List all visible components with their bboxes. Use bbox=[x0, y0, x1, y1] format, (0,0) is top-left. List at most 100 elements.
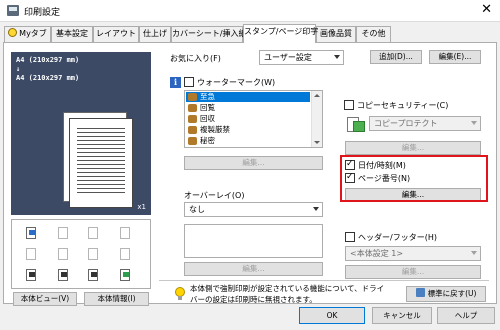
watermark-edit-button[interactable]: 編集... bbox=[184, 156, 323, 170]
list-item[interactable]: 複製厳禁 bbox=[186, 125, 310, 135]
security-icon bbox=[118, 268, 132, 282]
scroll-up-icon[interactable] bbox=[314, 94, 320, 97]
arrow-down-icon: ↓ bbox=[16, 65, 21, 73]
header-footer-label: ヘッダー/フッター(H) bbox=[358, 233, 437, 242]
copy-security-edit-button[interactable]: 編集... bbox=[345, 141, 481, 155]
device-view-button[interactable]: 本体ビュー(V) bbox=[13, 292, 77, 306]
chevron-down-icon bbox=[313, 207, 319, 211]
overlay-list[interactable] bbox=[184, 224, 323, 258]
chevron-down-icon bbox=[334, 55, 340, 59]
text-line bbox=[77, 192, 125, 193]
duplex-icon bbox=[56, 226, 70, 240]
fold-icon bbox=[118, 226, 132, 240]
document-preview bbox=[69, 118, 133, 208]
favorites-select[interactable]: ユーザー設定 bbox=[259, 50, 344, 65]
overlay-value: なし bbox=[189, 205, 205, 214]
tab-layout[interactable]: レイアウト bbox=[93, 26, 139, 42]
restore-icon bbox=[415, 288, 425, 297]
text-line bbox=[77, 168, 125, 169]
text-line bbox=[77, 160, 125, 161]
stamp-icon bbox=[188, 93, 197, 101]
favorites-add-button[interactable]: 追加(D)... bbox=[370, 50, 422, 64]
tray-icon bbox=[24, 226, 38, 240]
highlight-box bbox=[340, 155, 488, 202]
cancel-button[interactable]: キャンセル bbox=[372, 307, 432, 324]
text-line bbox=[77, 128, 125, 129]
copy-security-select[interactable]: コピープロテクト bbox=[369, 116, 481, 131]
text-line bbox=[77, 164, 125, 165]
page-preview: A4 (210x297 mm) ↓ A4 (210x297 mm) x1 bbox=[11, 52, 151, 215]
restore-defaults-button[interactable]: 標準に戻す(U) bbox=[406, 286, 486, 302]
watermark-list[interactable]: 至急 回覧 回収 複製厳禁 秘密 bbox=[184, 90, 323, 148]
close-icon[interactable]: ✕ bbox=[481, 3, 492, 17]
titlebar: 印刷設定 ✕ bbox=[0, 0, 500, 22]
list-item[interactable]: 回覧 bbox=[186, 103, 310, 113]
tab-cover-sheet[interactable]: カバーシート/挿入紙 bbox=[171, 26, 247, 42]
tab-basic[interactable]: 基本設定 bbox=[51, 26, 93, 42]
chevron-down-icon bbox=[471, 251, 477, 255]
tab-finishing[interactable]: 仕上げ bbox=[139, 26, 171, 42]
copies-count: x1 bbox=[137, 203, 146, 211]
text-line bbox=[77, 172, 125, 173]
header-footer-checkbox[interactable] bbox=[345, 232, 355, 242]
paper-size-original: A4 (210x297 mm) bbox=[16, 56, 80, 64]
text-line bbox=[77, 176, 125, 177]
device-info-button[interactable]: 本体情報(I) bbox=[84, 292, 149, 306]
header-footer-value: <本体設定 1> bbox=[350, 249, 404, 258]
punch-icon bbox=[24, 247, 38, 261]
copy-security-label: コピーセキュリティー(C) bbox=[357, 101, 449, 110]
text-line bbox=[77, 136, 125, 137]
stamp-icon bbox=[188, 126, 197, 134]
overlay-select[interactable]: なし bbox=[184, 202, 323, 217]
tab-my[interactable]: Myタブ bbox=[4, 26, 51, 42]
text-line bbox=[77, 180, 125, 181]
divider bbox=[159, 280, 489, 281]
stamp-icon bbox=[188, 104, 197, 112]
overlay-label: オーバーレイ(O) bbox=[184, 191, 245, 200]
stamp-icon bbox=[188, 115, 197, 123]
tab-stamp-page-print[interactable]: スタンプ/ページ印字 bbox=[243, 24, 318, 43]
watermark-label: ウォーターマーク(W) bbox=[197, 78, 276, 87]
list-item[interactable]: 回収 bbox=[186, 114, 310, 124]
dialog-client: Myタブ 基本設定 レイアウト 仕上げ カバーシート/挿入紙 スタンプ/ページ印… bbox=[0, 22, 500, 330]
stamp-icon bbox=[188, 137, 197, 145]
text-line bbox=[77, 140, 125, 141]
device-options-panel bbox=[11, 219, 151, 289]
copy-security-checkbox[interactable] bbox=[344, 100, 354, 110]
tab-panel: A4 (210x297 mm) ↓ A4 (210x297 mm) x1 本体ビ… bbox=[3, 42, 497, 306]
ok-button[interactable]: OK bbox=[299, 307, 365, 324]
list-scrollbar[interactable] bbox=[311, 91, 322, 147]
text-line bbox=[77, 156, 125, 157]
font-icon bbox=[86, 247, 100, 261]
paper-size-output: A4 (210x297 mm) bbox=[16, 74, 80, 82]
window-title: 印刷設定 bbox=[24, 8, 61, 18]
watermark-checkbox[interactable] bbox=[184, 77, 194, 87]
copy-security-value: コピープロテクト bbox=[374, 119, 438, 128]
header-footer-edit-button[interactable]: 編集... bbox=[345, 265, 481, 279]
scroll-down-icon[interactable] bbox=[314, 141, 320, 144]
info-icon: i bbox=[170, 77, 181, 88]
text-line bbox=[77, 144, 125, 145]
cover-icon bbox=[118, 247, 132, 261]
favorites-edit-button[interactable]: 編集(E)... bbox=[429, 50, 481, 64]
note-line-2: バーの設定は印刷時に無視されます。 bbox=[190, 295, 317, 304]
favorites-label: お気に入り(F) bbox=[170, 54, 221, 63]
chevron-down-icon bbox=[471, 121, 477, 125]
list-item[interactable]: 秘密 bbox=[186, 136, 310, 146]
lightbulb-icon bbox=[175, 287, 185, 301]
page-number-icon bbox=[86, 268, 100, 282]
app-icon bbox=[7, 5, 19, 16]
tab-other[interactable]: その他 bbox=[356, 26, 391, 42]
help-button[interactable]: ヘルプ bbox=[437, 307, 495, 324]
person-icon bbox=[56, 268, 70, 282]
text-line bbox=[77, 148, 125, 149]
tab-image-quality[interactable]: 画像品質 bbox=[316, 26, 356, 42]
overlay-edit-button[interactable]: 編集... bbox=[184, 262, 323, 276]
header-footer-select[interactable]: <本体設定 1> bbox=[345, 246, 481, 261]
staple-icon bbox=[86, 226, 100, 240]
text-line bbox=[77, 184, 125, 185]
text-line bbox=[77, 188, 125, 189]
note-line-1: 本体側で強制印刷が設定されている機能について、ドライ bbox=[190, 284, 385, 293]
stamp-icon bbox=[24, 268, 38, 282]
list-item[interactable]: 至急 bbox=[186, 92, 310, 102]
